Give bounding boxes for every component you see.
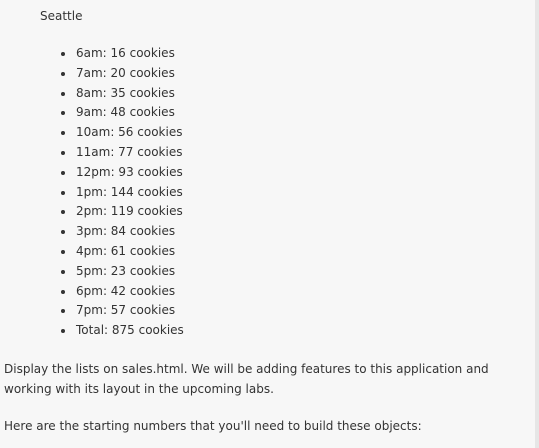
- hourly-sales-list: 6am: 16 cookies 7am: 20 cookies 8am: 35 …: [0, 44, 184, 341]
- scrollbar-track: [535, 0, 539, 448]
- list-item: 10am: 56 cookies: [0, 123, 184, 143]
- bullet-icon: [61, 329, 65, 334]
- list-item-text: 1pm: 144 cookies: [76, 184, 183, 199]
- list-item: 9am: 48 cookies: [0, 103, 184, 123]
- list-item: 6am: 16 cookies: [0, 44, 184, 64]
- list-item: 11am: 77 cookies: [0, 143, 184, 163]
- list-item: 12pm: 93 cookies: [0, 163, 184, 183]
- list-item: 2pm: 119 cookies: [0, 202, 184, 222]
- list-item-text: 7pm: 57 cookies: [76, 303, 176, 318]
- list-item: 7am: 20 cookies: [0, 64, 184, 84]
- bullet-icon: [61, 150, 65, 155]
- list-item-text: Total: 875 cookies: [76, 323, 184, 338]
- list-item: 6pm: 42 cookies: [0, 282, 184, 302]
- bullet-icon: [61, 190, 65, 195]
- list-item-text: 7am: 20 cookies: [76, 65, 175, 80]
- bullet-icon: [61, 269, 65, 274]
- list-item-text: 3pm: 84 cookies: [76, 224, 176, 239]
- bullet-icon: [61, 111, 65, 116]
- list-item-total: Total: 875 cookies: [0, 321, 184, 341]
- bullet-icon: [61, 91, 65, 96]
- bullet-icon: [61, 52, 65, 56]
- list-item: 5pm: 23 cookies: [0, 262, 184, 282]
- list-item-text: 2pm: 119 cookies: [76, 204, 183, 219]
- bullet-icon: [61, 210, 65, 215]
- list-item-text: 9am: 48 cookies: [76, 105, 175, 120]
- list-item: 4pm: 61 cookies: [0, 242, 184, 262]
- bullet-icon: [61, 289, 65, 294]
- starting-numbers-paragraph: Here are the starting numbers that you'l…: [4, 419, 422, 433]
- list-item-text: 5pm: 23 cookies: [76, 263, 176, 278]
- list-item: 3pm: 84 cookies: [0, 222, 184, 242]
- list-item: 7pm: 57 cookies: [0, 301, 184, 321]
- list-item: 1pm: 144 cookies: [0, 183, 184, 203]
- bullet-icon: [61, 131, 65, 136]
- bullet-icon: [61, 230, 65, 235]
- list-item-text: 8am: 35 cookies: [76, 85, 175, 100]
- bullet-icon: [61, 249, 65, 254]
- list-item-text: 10am: 56 cookies: [76, 125, 183, 140]
- instructions-paragraph: Display the lists on sales.html. We will…: [4, 362, 489, 396]
- list-item: 8am: 35 cookies: [0, 84, 184, 104]
- list-item-text: 11am: 77 cookies: [76, 144, 183, 159]
- bullet-icon: [61, 309, 65, 314]
- bullet-icon: [61, 170, 65, 175]
- list-item-text: 12pm: 93 cookies: [76, 164, 183, 179]
- location-title: Seattle: [40, 9, 83, 23]
- list-item-text: 6am: 16 cookies: [76, 46, 175, 60]
- list-item-text: 4pm: 61 cookies: [76, 243, 176, 258]
- list-item-text: 6pm: 42 cookies: [76, 283, 176, 298]
- bullet-icon: [61, 71, 65, 76]
